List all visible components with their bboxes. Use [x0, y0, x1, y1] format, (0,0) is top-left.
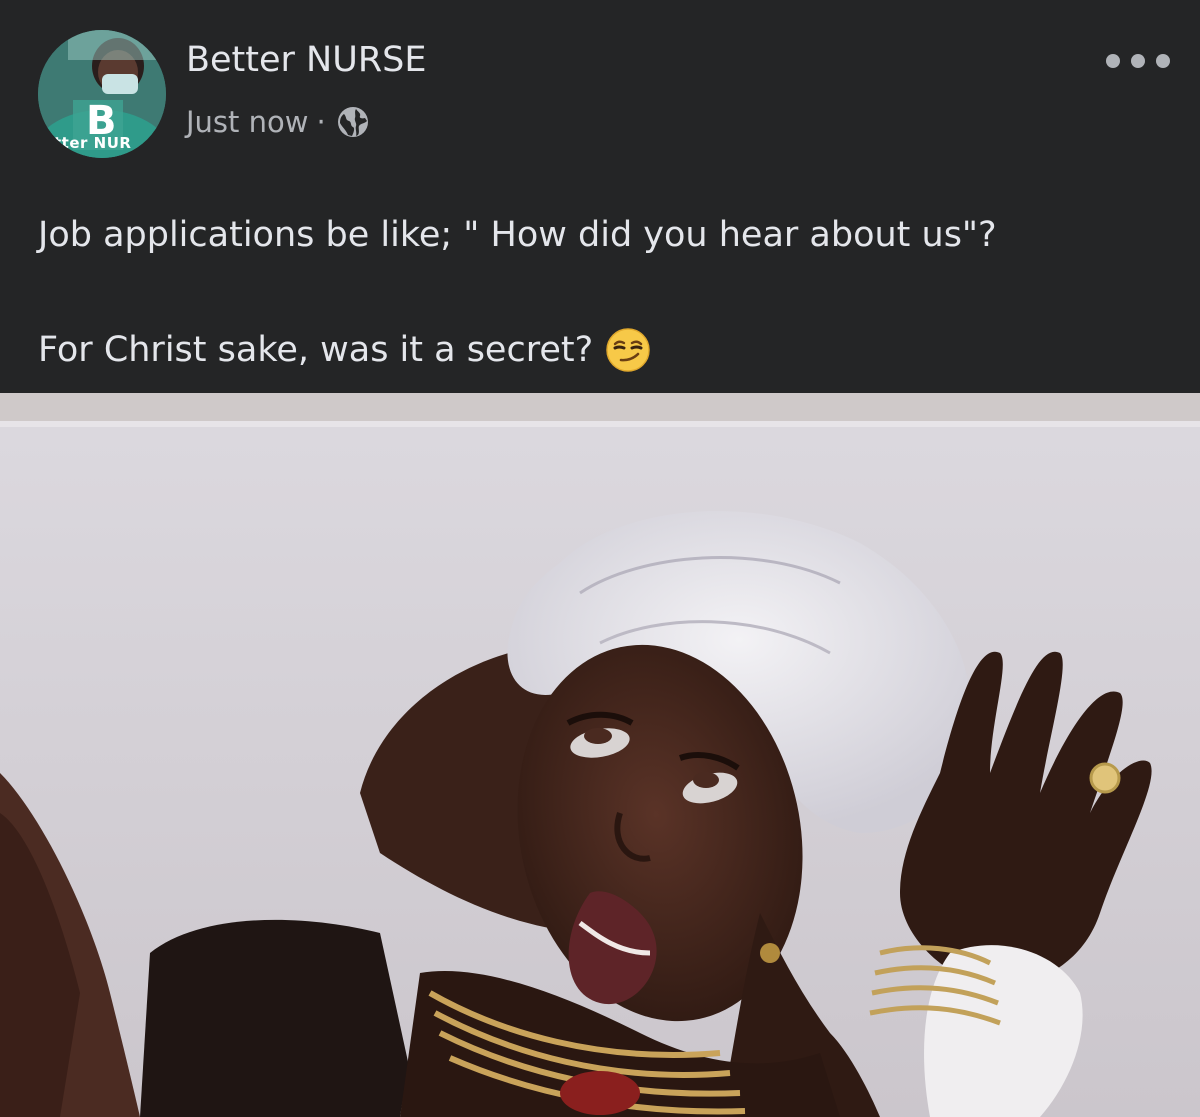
caption-line-2: For Christ sake, was it a secret?: [38, 330, 594, 370]
post-timestamp[interactable]: Just now: [186, 105, 308, 139]
post-caption: Job applications be like; " How did you …: [38, 205, 1168, 380]
page-name-link[interactable]: Better NURSE: [186, 40, 427, 80]
post-meta: Just now ·: [186, 100, 370, 144]
avatar-text: tter NUR: [54, 134, 132, 152]
meme-photo: [0, 393, 1200, 1117]
post-image[interactable]: [0, 393, 1200, 1117]
facebook-post: B tter NUR Better NURSE Just now · Job a…: [0, 0, 1200, 1117]
meta-separator: ·: [316, 105, 326, 139]
caption-line-2-wrap: For Christ sake, was it a secret?: [38, 320, 1168, 380]
post-header: B tter NUR Better NURSE Just now ·: [0, 0, 1200, 170]
more-dot: [1106, 54, 1120, 68]
smirking-face-emoji: [606, 328, 650, 372]
page-avatar[interactable]: B tter NUR: [38, 30, 166, 158]
caption-line-1: Job applications be like; " How did you …: [38, 215, 997, 255]
more-dot: [1156, 54, 1170, 68]
more-dot: [1131, 54, 1145, 68]
more-options-icon[interactable]: [1106, 44, 1170, 78]
globe-icon[interactable]: [336, 105, 370, 139]
